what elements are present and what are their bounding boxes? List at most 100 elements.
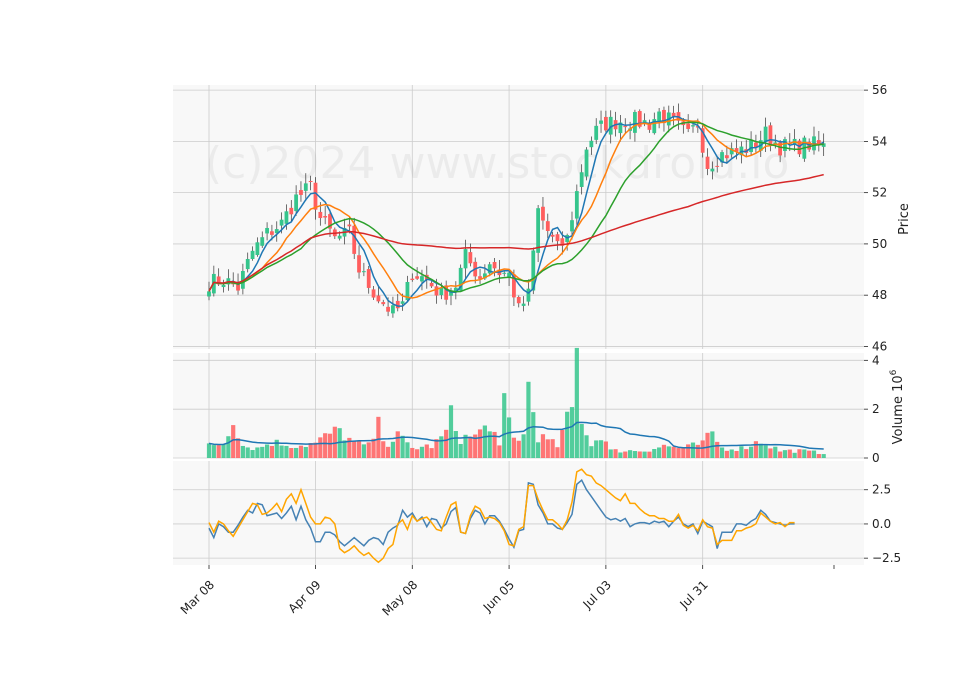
candle-body bbox=[294, 194, 299, 212]
volume-bar bbox=[661, 444, 667, 458]
volume-bar bbox=[700, 440, 705, 458]
volume-bar bbox=[264, 444, 270, 458]
candle-body bbox=[468, 252, 473, 264]
x-tick-label: Jul 31 bbox=[676, 578, 710, 612]
volume-bar bbox=[487, 431, 492, 458]
candle-body bbox=[255, 242, 260, 256]
volume-bar bbox=[221, 444, 226, 458]
volume-bar bbox=[376, 416, 381, 458]
volume-bar bbox=[318, 437, 323, 458]
volume-bar bbox=[458, 443, 463, 458]
candle-body bbox=[391, 305, 395, 314]
y-tick-label: 2 bbox=[872, 402, 880, 416]
y-tick-label: 48 bbox=[872, 288, 887, 302]
candle-body bbox=[434, 286, 439, 296]
volume-bar bbox=[579, 424, 584, 458]
volume-bar bbox=[216, 445, 221, 458]
candle-body bbox=[516, 297, 521, 304]
volume-bar bbox=[555, 447, 560, 458]
candle-body bbox=[603, 116, 608, 131]
volume-bar bbox=[690, 442, 696, 458]
volume-bar bbox=[284, 445, 289, 458]
candle-body bbox=[318, 211, 323, 219]
candle-body bbox=[570, 220, 574, 232]
y-tick-label: −2.5 bbox=[872, 551, 901, 565]
volume-bar bbox=[778, 451, 783, 458]
candle-body bbox=[299, 190, 303, 195]
volume-bar bbox=[323, 433, 328, 458]
candle-body bbox=[710, 168, 715, 172]
candle-body bbox=[633, 111, 637, 133]
candle-body bbox=[623, 126, 628, 128]
stock-chart: (c)2024 www.stockdroid.io 464850525456 P… bbox=[173, 83, 912, 619]
x-axis: Mar 08 Apr 09 May 08 Jun 05 Jul 03 Jul 31 bbox=[178, 565, 835, 619]
volume-bar bbox=[753, 441, 759, 458]
candle-body bbox=[313, 182, 318, 210]
y-tick-label: 52 bbox=[872, 186, 887, 200]
volume-bar bbox=[255, 447, 260, 458]
candle-body bbox=[589, 140, 594, 148]
volume-bar bbox=[526, 381, 531, 458]
volume-bar bbox=[303, 446, 308, 458]
volume-bar bbox=[245, 447, 250, 458]
volume-bar bbox=[434, 439, 439, 458]
candle-body bbox=[279, 219, 284, 226]
candle-body bbox=[265, 227, 269, 234]
volume-bar bbox=[560, 430, 565, 458]
volume-bar bbox=[768, 448, 773, 458]
y-tick-label: 54 bbox=[872, 134, 887, 148]
volume-bar bbox=[647, 451, 652, 458]
candle-body bbox=[463, 249, 468, 269]
volume-bar bbox=[444, 429, 449, 458]
volume-bar bbox=[400, 435, 405, 458]
volume-exponent-base: 10 bbox=[891, 375, 906, 392]
volume-bar bbox=[811, 450, 817, 458]
volume-bar bbox=[250, 450, 255, 458]
y-tick-label: 2.5 bbox=[872, 483, 891, 497]
volume-bar bbox=[506, 417, 512, 458]
candle-body bbox=[715, 165, 720, 167]
volume-bar bbox=[724, 450, 729, 458]
volume-bar bbox=[705, 432, 710, 458]
volume-bar bbox=[729, 449, 734, 458]
candle-body bbox=[284, 211, 289, 224]
volume-bar bbox=[468, 436, 473, 458]
volume-bar bbox=[289, 447, 294, 458]
volume-bar bbox=[627, 450, 633, 458]
candle-body bbox=[386, 306, 390, 312]
volume-bar bbox=[419, 446, 425, 458]
candle-body bbox=[579, 172, 584, 187]
candle-body bbox=[376, 295, 381, 302]
candle-body bbox=[381, 302, 386, 305]
volume-bar bbox=[211, 445, 216, 458]
volume-bar bbox=[565, 411, 570, 458]
volume-bar bbox=[574, 347, 579, 458]
candle-body bbox=[415, 276, 420, 279]
volume-bar bbox=[477, 429, 483, 458]
volume-bar bbox=[381, 441, 386, 458]
volume-bar bbox=[429, 448, 434, 458]
price-panel: (c)2024 www.stockdroid.io 464850525456 P… bbox=[173, 83, 912, 353]
candle-body bbox=[250, 250, 255, 260]
candle-body bbox=[686, 123, 691, 129]
candle-body bbox=[395, 300, 400, 309]
volume-bar bbox=[632, 451, 638, 458]
volume-axis: 0 2 4 bbox=[864, 353, 880, 465]
volume-bar bbox=[594, 440, 599, 458]
candle-body bbox=[260, 237, 265, 246]
candle-body bbox=[541, 206, 545, 221]
volume-bar bbox=[405, 442, 410, 458]
candle-body bbox=[705, 156, 710, 169]
volume-bar bbox=[453, 431, 458, 458]
candle-body bbox=[371, 289, 376, 298]
candle-body bbox=[429, 282, 434, 287]
y-tick-label: 46 bbox=[872, 339, 887, 353]
candle-body bbox=[536, 208, 541, 253]
volume-bar bbox=[569, 407, 575, 458]
candle-body bbox=[245, 258, 250, 270]
volume-bar bbox=[482, 425, 487, 458]
candle-body bbox=[502, 272, 507, 274]
volume-label: Volume bbox=[891, 396, 906, 444]
volume-bar bbox=[584, 435, 589, 458]
volume-bar bbox=[695, 444, 700, 458]
